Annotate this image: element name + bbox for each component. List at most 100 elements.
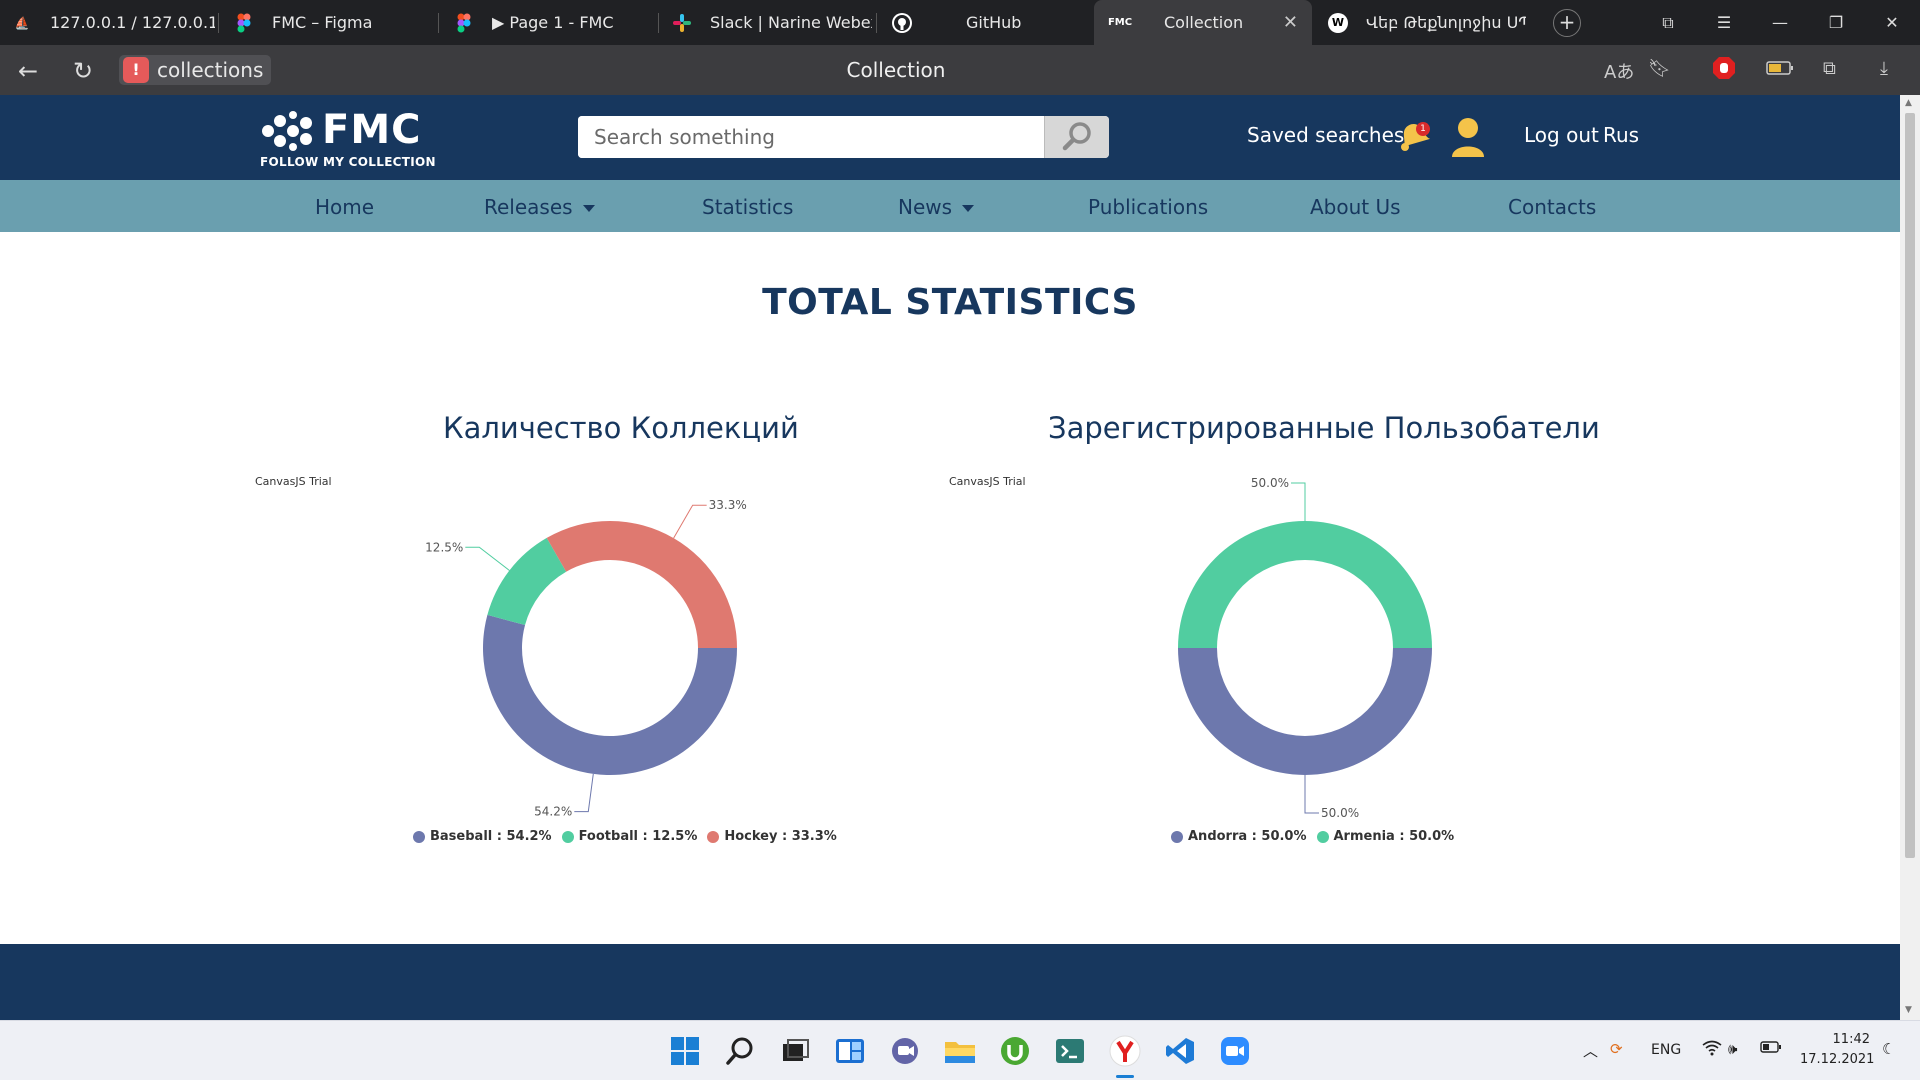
nav-label: News — [898, 195, 953, 219]
pie-slice-armenia[interactable] — [1178, 521, 1432, 648]
vscode-icon[interactable] — [1164, 1035, 1196, 1067]
pie-slice-hockey[interactable] — [546, 521, 737, 648]
tab-title: Վեբ Թեքնոլոջիս ՍՊԸ — [1366, 13, 1526, 32]
label-connector — [1304, 775, 1319, 814]
label-connector — [673, 504, 707, 539]
collections-icon[interactable]: ⧉ — [1823, 58, 1836, 79]
chart-title-users: Зарегистрированные Пользобатели — [1048, 411, 1600, 445]
tab-title: FMC – Figma — [272, 13, 373, 32]
tab-title: ▶ Page 1 - FMC — [492, 13, 614, 32]
wifi-icon[interactable] — [1702, 1040, 1722, 1060]
logout-link[interactable]: Log out — [1524, 123, 1599, 147]
nav-home[interactable]: Home — [315, 195, 374, 219]
legend-label: Baseball : 54.2% — [430, 829, 552, 844]
figma-icon — [234, 13, 254, 33]
restore-icon[interactable]: ❐ — [1808, 0, 1864, 45]
battery-icon[interactable] — [1760, 1040, 1782, 1058]
tab-slack[interactable]: Slack | Narine Webex | — [660, 0, 872, 45]
legend-marker — [561, 830, 574, 843]
nav-contacts[interactable]: Contacts — [1508, 195, 1596, 219]
nav-label: About Us — [1310, 195, 1401, 219]
search-button[interactable] — [1044, 116, 1109, 158]
fmc-logo[interactable]: FMC FOLLOW MY COLLECTION — [260, 105, 436, 171]
legend-label: Hockey : 33.3% — [724, 829, 837, 844]
tab-title: Slack | Narine Webex | — [710, 13, 872, 32]
volume-icon[interactable]: 🕪︎ — [1728, 1040, 1737, 1058]
legend-label: Football : 12.5% — [578, 829, 698, 844]
task-view-icon[interactable] — [779, 1035, 811, 1067]
site-footer — [0, 944, 1900, 1020]
saved-searches-link[interactable]: Saved searches — [1247, 123, 1404, 147]
terminal-icon[interactable] — [1054, 1035, 1086, 1067]
tab-webtech[interactable]: W Վեբ Թեքնոլոջիս ՍՊԸ — [1316, 0, 1526, 45]
file-explorer-icon[interactable] — [944, 1035, 976, 1067]
battery-saver-icon[interactable] — [1766, 60, 1794, 81]
minimize-icon[interactable]: — — [1752, 0, 1808, 45]
page-scrollbar[interactable]: ▲ ▼ — [1900, 95, 1920, 1020]
zoom-icon[interactable] — [1219, 1035, 1251, 1067]
sync-icon[interactable]: ⟳ — [1610, 1040, 1623, 1058]
page-heading: TOTAL STATISTICS — [762, 282, 1138, 323]
tab-title: 127.0.0.1 / 127.0.0.1 / c — [50, 13, 215, 32]
taskbar-clock[interactable]: 11:42 17.12.2021 — [1800, 1030, 1874, 1070]
legend-item-andorra[interactable]: Andorra : 50.0% — [1171, 829, 1307, 844]
user-icon[interactable] — [1450, 117, 1486, 159]
notifications-icon[interactable]: ☾ — [1882, 1040, 1895, 1058]
translate-icon[interactable]: Aあ — [1604, 58, 1634, 84]
widgets-icon[interactable] — [834, 1035, 866, 1067]
slice-label: 33.3% — [709, 498, 747, 512]
yandex-browser-icon[interactable] — [1109, 1035, 1141, 1067]
page-title: Collection — [846, 58, 946, 82]
scroll-thumb[interactable] — [1905, 113, 1915, 858]
slice-label: 54.2% — [534, 805, 572, 819]
tab-github[interactable]: GitHub — [880, 0, 1090, 45]
nav-statistics[interactable]: Statistics — [702, 195, 793, 219]
scroll-down-icon[interactable]: ▼ — [1905, 1005, 1912, 1015]
site-header: FMC FOLLOW MY COLLECTION Saved searches … — [0, 95, 1900, 180]
search-box — [578, 116, 1109, 158]
download-icon[interactable]: ⤓ — [1880, 58, 1888, 79]
utorrent-icon[interactable] — [999, 1035, 1031, 1067]
start-icon[interactable] — [669, 1035, 701, 1067]
tray-chevron-up-icon[interactable]: ︿ — [1583, 1040, 1598, 1061]
nav-label: Publications — [1088, 195, 1209, 219]
legend-item-baseball[interactable]: Baseball : 54.2% — [413, 829, 552, 844]
phpmyadmin-icon: ⛵ — [14, 15, 30, 30]
chart-title-collections: Каличество Коллекций — [443, 411, 799, 445]
logo-dots-icon — [262, 111, 312, 151]
new-tab-button[interactable]: + — [1553, 9, 1581, 37]
tab-figma-page[interactable]: ▶ Page 1 - FMC — [442, 0, 652, 45]
tab-phpmyadmin[interactable]: ⛵ 127.0.0.1 / 127.0.0.1 / c — [0, 0, 215, 45]
github-icon — [892, 12, 912, 33]
nav-label: Contacts — [1508, 195, 1597, 219]
chart-legend: Baseball : 54.2% Football : 12.5% Hockey :… — [413, 829, 847, 844]
nav-news[interactable]: News — [898, 195, 975, 219]
main-nav: Home Releases Statistics News Publicatio… — [0, 180, 1900, 232]
logo-text: FMC — [322, 107, 422, 153]
teams-chat-icon[interactable] — [889, 1035, 921, 1067]
chevron-down-icon — [962, 205, 975, 212]
menu-icon[interactable]: ☰ — [1696, 0, 1752, 45]
label-connector — [465, 546, 510, 571]
tab-figma[interactable]: FMC – Figma — [222, 0, 432, 45]
adblock-icon[interactable] — [1712, 56, 1736, 85]
close-tab-icon[interactable]: ✕ — [1283, 12, 1298, 33]
nav-releases[interactable]: Releases — [484, 195, 595, 219]
legend-item-armenia[interactable]: Armenia : 50.0% — [1316, 829, 1454, 844]
search-input[interactable] — [578, 116, 1044, 158]
nav-publications[interactable]: Publications — [1088, 195, 1208, 219]
input-language[interactable]: ENG — [1651, 1042, 1681, 1058]
tab-manager-icon[interactable]: ⧉ — [1640, 0, 1696, 45]
legend-item-hockey[interactable]: Hockey : 33.3% — [707, 829, 837, 844]
scroll-up-icon[interactable]: ▲ — [1905, 98, 1912, 108]
language-switch[interactable]: Rus — [1603, 123, 1639, 147]
pie-slice-andorra[interactable] — [1178, 648, 1432, 775]
search-icon[interactable] — [724, 1035, 756, 1067]
address-bar: ← ↻ ! collections Collection Aあ 🔖︎ ⧉ ⤓ — [0, 45, 1920, 95]
legend-item-football[interactable]: Football : 12.5% — [561, 829, 698, 844]
tab-collection[interactable]: FMC Collection ✕ — [1094, 0, 1312, 45]
nav-about-us[interactable]: About Us — [1310, 195, 1401, 219]
windows-taskbar: ︿ ⟳ ENG 🕪︎ 11:42 17.12.2021 ☾ — [0, 1020, 1920, 1080]
close-window-icon[interactable]: ✕ — [1864, 0, 1920, 45]
bookmark-icon[interactable]: 🔖︎ — [1648, 58, 1671, 79]
